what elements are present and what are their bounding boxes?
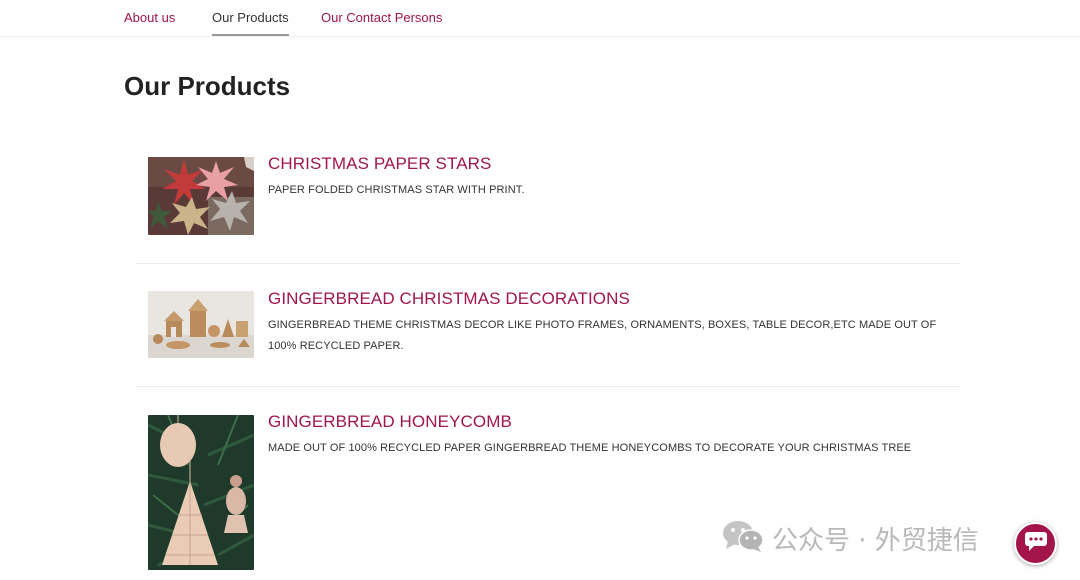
watermark-text: 公众号 · 外贸捷信 <box>772 525 979 556</box>
nav-our-products[interactable]: Our Products <box>212 10 289 36</box>
product-title[interactable]: CHRISTMAS PAPER STARS <box>268 154 491 174</box>
product-title[interactable]: GINGERBREAD HONEYCOMB <box>268 412 512 432</box>
wechat-icon <box>722 519 764 558</box>
product-item: GINGERBREAD CHRISTMAS DECORATIONS GINGER… <box>136 285 960 375</box>
gingerbread-decorations-image[interactable] <box>148 291 254 358</box>
divider <box>136 263 960 264</box>
page-title: Our Products <box>124 71 291 101</box>
product-description: PAPER FOLDED CHRISTMAS STAR WITH PRINT. <box>268 184 525 196</box>
product-description: MADE OUT OF 100% RECYCLED PAPER GINGERBR… <box>268 442 912 454</box>
paper-stars-image[interactable] <box>148 157 254 235</box>
product-description: GINGERBREAD THEME CHRISTMAS DECOR LIKE P… <box>268 319 937 352</box>
gingerbread-honeycomb-image[interactable] <box>148 415 254 570</box>
page: About us Our Products Our Contact Person… <box>0 0 1080 580</box>
product-item: CHRISTMAS PAPER STARS PAPER FOLDED CHRIS… <box>136 150 960 250</box>
chat-button[interactable] <box>1014 522 1057 565</box>
chat-bubble-icon <box>1024 530 1048 557</box>
top-nav: About us Our Products Our Contact Person… <box>0 0 1080 37</box>
product-title[interactable]: GINGERBREAD CHRISTMAS DECORATIONS <box>268 289 630 309</box>
watermark: 公众号 · 外贸捷信 <box>722 518 979 558</box>
divider <box>136 386 960 387</box>
nav-contact-persons[interactable]: Our Contact Persons <box>321 10 442 26</box>
nav-about-us[interactable]: About us <box>124 10 175 26</box>
